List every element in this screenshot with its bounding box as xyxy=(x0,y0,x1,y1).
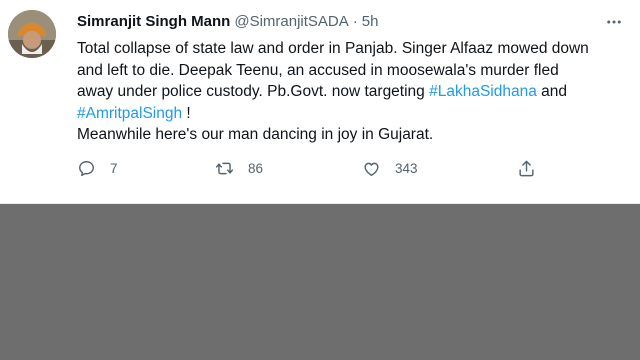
retweet-count: 86 xyxy=(248,161,264,176)
tweet-text-segment: and xyxy=(536,83,568,100)
author-handle[interactable]: @SimranjitSADA xyxy=(234,12,348,32)
share-icon xyxy=(519,160,534,177)
tweet-text-segment: ! xyxy=(182,104,191,122)
reply-count: 7 xyxy=(110,161,118,176)
hashtag-link-lakhasidhana[interactable]: #LakhaSidhana xyxy=(429,83,537,100)
tweet-text-line: Total collapse of state law and order in… xyxy=(77,40,589,57)
tweet-actions: 7 86 343 xyxy=(77,159,557,183)
retweet-button[interactable]: 86 xyxy=(215,159,263,178)
avatar-image xyxy=(8,10,56,58)
tweet-text-line: Meanwhile here's our man dancing in joy … xyxy=(77,126,434,143)
like-icon xyxy=(364,162,379,176)
tweet-text-line: and left to die. Deepak Teenu, an accuse… xyxy=(77,61,559,79)
tweet-content: Simranjit Singh Mann @SimranjitSADA · 5h… xyxy=(77,12,625,146)
author-name[interactable]: Simranjit Singh Mann xyxy=(77,12,230,32)
reply-icon xyxy=(79,161,94,177)
reply-button[interactable]: 7 xyxy=(77,159,118,178)
like-button[interactable]: 343 xyxy=(362,159,418,178)
tweet-header: Simranjit Singh Mann @SimranjitSADA · 5h xyxy=(77,12,625,32)
tweet-timestamp[interactable]: 5h xyxy=(362,12,379,32)
separator-dot: · xyxy=(352,13,358,30)
tweet-text: Total collapse of state law and order in… xyxy=(77,38,625,146)
retweet-icon xyxy=(215,162,234,175)
tweet-text-line: away under police custody. Pb.Govt. now … xyxy=(77,81,625,103)
hashtag-link-amritpalsingh[interactable]: #AmritpalSingh xyxy=(77,105,182,122)
tweet-text-line: #AmritpalSingh ! xyxy=(77,103,625,125)
like-count: 343 xyxy=(395,161,418,176)
media-placeholder xyxy=(0,204,640,360)
share-button[interactable] xyxy=(517,159,536,178)
tweet-text-segment: away under police custody. Pb.Govt. now … xyxy=(77,83,430,100)
tweet-card[interactable]: Simranjit Singh Mann @SimranjitSADA · 5h… xyxy=(0,0,640,204)
avatar[interactable] xyxy=(8,10,56,58)
